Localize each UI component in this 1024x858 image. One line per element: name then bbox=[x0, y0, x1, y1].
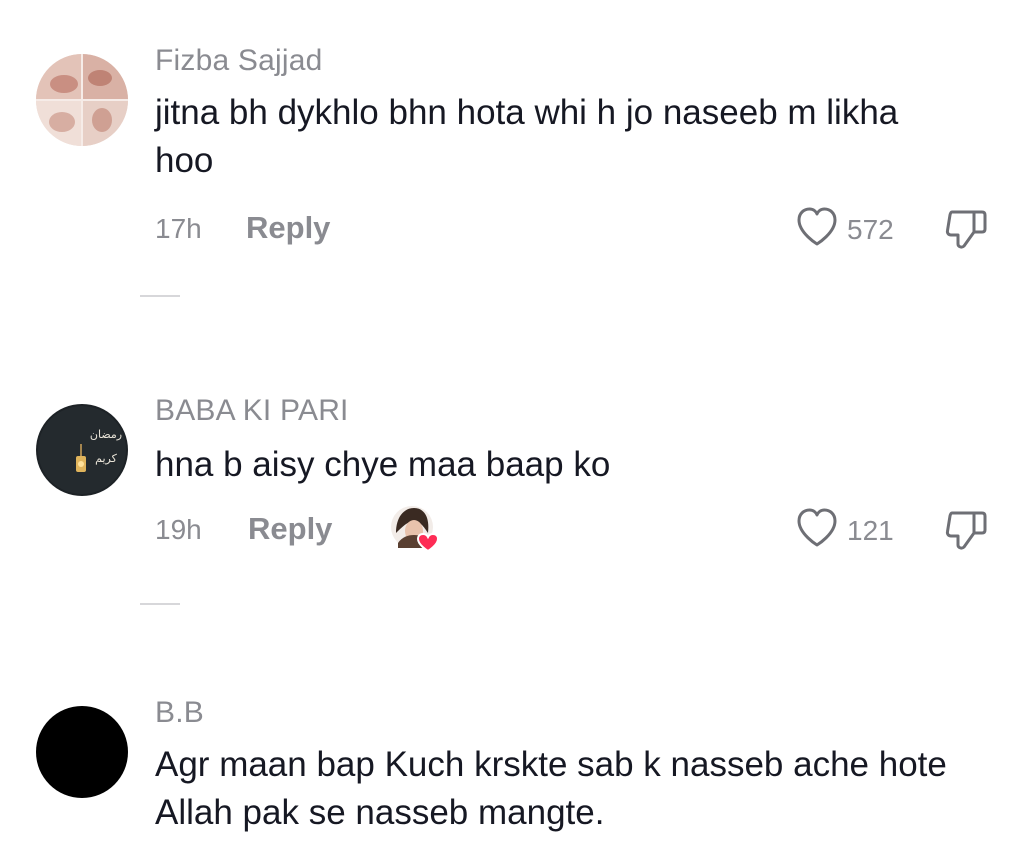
avatar[interactable]: رمضان كريم bbox=[36, 404, 128, 496]
avatar[interactable] bbox=[36, 706, 128, 798]
heart-outline-icon bbox=[795, 206, 839, 253]
creator-liked-badge bbox=[390, 503, 442, 555]
comment-username[interactable]: Fizba Sajjad bbox=[155, 44, 323, 78]
like-button[interactable]: 121 bbox=[795, 507, 894, 554]
comment-timestamp: 19h bbox=[155, 514, 202, 545]
like-count: 572 bbox=[847, 213, 894, 245]
view-replies-divider bbox=[140, 598, 500, 610]
svg-text:رمضان: رمضان bbox=[90, 428, 122, 441]
heart-outline-icon bbox=[795, 507, 839, 554]
comment-text: jitna bh dykhlo bhn hota whi h jo naseeb… bbox=[155, 93, 899, 180]
divider-line bbox=[140, 603, 180, 605]
comment-username[interactable]: B.B bbox=[155, 696, 204, 730]
dislike-button[interactable] bbox=[944, 208, 990, 255]
thumbs-down-icon bbox=[944, 210, 990, 254]
avatar[interactable] bbox=[36, 54, 128, 146]
thumbs-down-icon bbox=[944, 511, 990, 555]
view-replies-divider bbox=[140, 290, 500, 302]
comment-text: hna b aisy chye maa baap ko bbox=[155, 445, 611, 484]
svg-text:كريم: كريم bbox=[95, 452, 117, 465]
dislike-button[interactable] bbox=[944, 509, 990, 556]
comment-text: Agr maan bap Kuch krskte sab k nasseb ac… bbox=[155, 745, 947, 832]
divider-line bbox=[140, 295, 180, 297]
reply-button[interactable]: Reply bbox=[246, 210, 330, 246]
comment-timestamp: 17h bbox=[155, 213, 202, 244]
like-button[interactable]: 572 bbox=[795, 206, 894, 253]
reply-button[interactable]: Reply bbox=[248, 511, 332, 547]
comment-username[interactable]: BABA KI PARI bbox=[155, 394, 349, 428]
like-count: 121 bbox=[847, 514, 894, 546]
